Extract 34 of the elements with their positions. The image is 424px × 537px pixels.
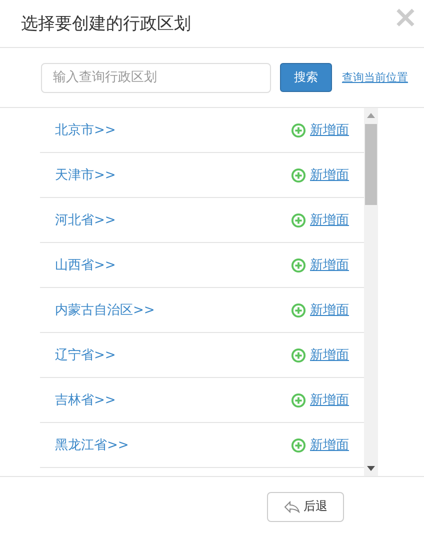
add-area-link[interactable]: 新增面 <box>310 346 349 364</box>
region-link[interactable]: 北京市>> <box>55 121 116 139</box>
add-area-link[interactable]: 新增面 <box>310 256 349 274</box>
scroll-down-icon[interactable] <box>367 466 375 471</box>
add-icon[interactable] <box>291 392 306 408</box>
dialog-title: 选择要创建的行政区划 <box>21 13 191 35</box>
region-link[interactable]: 辽宁省>> <box>55 346 116 364</box>
scroll-up-icon[interactable] <box>367 113 375 118</box>
locate-link[interactable]: 查询当前位置 <box>342 70 408 85</box>
add-area-link[interactable]: 新增面 <box>310 301 349 319</box>
back-button[interactable]: 后退 <box>267 492 344 522</box>
region-link[interactable]: 内蒙古自治区>> <box>55 301 155 319</box>
add-icon[interactable] <box>291 258 306 272</box>
add-area-link[interactable]: 新增面 <box>310 436 349 454</box>
add-area-link[interactable]: 新增面 <box>310 121 349 139</box>
region-link[interactable]: 河北省>> <box>55 211 116 229</box>
back-arrow-icon <box>284 500 300 512</box>
add-icon[interactable] <box>291 438 306 452</box>
add-icon[interactable] <box>291 168 306 182</box>
add-area-link[interactable]: 新增面 <box>310 166 349 184</box>
scrollbar-thumb[interactable] <box>365 124 377 205</box>
region-link[interactable]: 黑龙江省>> <box>55 436 129 454</box>
region-link[interactable]: 天津市>> <box>55 166 116 184</box>
add-area-link[interactable]: 新增面 <box>310 391 349 409</box>
add-icon[interactable] <box>291 212 306 228</box>
region-link[interactable]: 吉林省>> <box>55 391 116 409</box>
scrollbar[interactable] <box>364 108 378 476</box>
region-link[interactable]: 山西省>> <box>55 256 116 274</box>
add-area-link[interactable]: 新增面 <box>310 211 349 229</box>
add-icon[interactable] <box>291 122 306 138</box>
search-button[interactable]: 搜索 <box>280 63 332 92</box>
add-icon[interactable] <box>291 302 306 318</box>
search-field[interactable]: 输入查询行政区划 <box>41 62 271 92</box>
add-icon[interactable] <box>291 348 306 362</box>
